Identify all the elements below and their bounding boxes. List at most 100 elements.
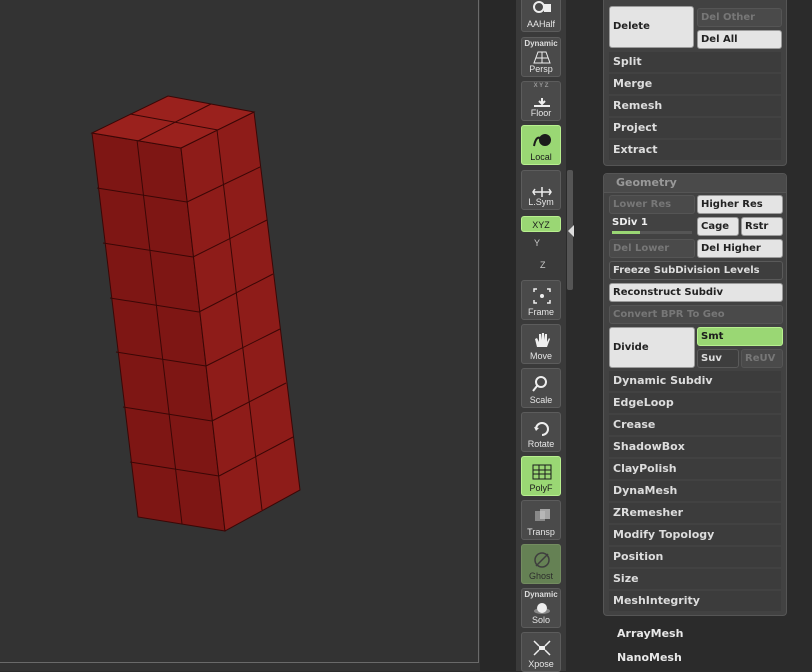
geometry-header[interactable]: Geometry <box>604 174 786 193</box>
polyf-button[interactable]: PolyF <box>521 456 561 496</box>
del-other-button[interactable]: Del Other <box>697 8 782 27</box>
y-axis-toggle[interactable]: Y <box>534 238 540 248</box>
dynamic-subdiv-item[interactable]: Dynamic Subdiv <box>609 371 781 391</box>
reuv-button[interactable]: ReUV <box>741 349 783 368</box>
tool-palette: Delete Del Other Del All Split Merge Rem… <box>575 0 812 671</box>
divide-button[interactable]: Divide <box>609 327 695 368</box>
xyz-rotate-button[interactable]: XYZ <box>521 216 561 232</box>
dynamesh-item[interactable]: DynaMesh <box>609 481 781 501</box>
aahalf-button[interactable]: AAHalf <box>521 0 561 32</box>
xpose-label: Xpose <box>528 659 554 669</box>
edgeloop-item[interactable]: EdgeLoop <box>609 393 781 413</box>
reconstruct-label: Reconstruct Subdiv <box>613 287 723 298</box>
polyframe-icon <box>532 464 552 480</box>
cage-button[interactable]: Cage <box>697 217 739 236</box>
ghost-icon <box>534 552 550 568</box>
shelf-gap <box>480 0 516 671</box>
del-other-label: Del Other <box>701 12 756 23</box>
del-all-button[interactable]: Del All <box>697 30 782 49</box>
scale-button[interactable]: Scale <box>521 368 561 408</box>
higher-res-button[interactable]: Higher Res <box>697 195 783 214</box>
reuv-label: ReUV <box>745 353 776 364</box>
magnifier-icon <box>532 376 547 392</box>
shadowbox-item[interactable]: ShadowBox <box>609 437 781 457</box>
persp-top-label: Dynamic <box>524 39 558 48</box>
sdiv-label: SDiv 1 <box>612 217 648 228</box>
xpose-button[interactable]: Xpose <box>521 632 561 672</box>
remesh-item[interactable]: Remesh <box>609 96 781 116</box>
persp-button[interactable]: Dynamic Persp <box>521 37 561 77</box>
claypolish-item[interactable]: ClayPolish <box>609 459 781 479</box>
project-item[interactable]: Project <box>609 118 781 138</box>
smt-toggle[interactable]: Smt <box>697 327 783 346</box>
split-item[interactable]: Split <box>609 52 781 72</box>
red-box-mesh[interactable] <box>0 0 478 662</box>
meshintegrity-item[interactable]: MeshIntegrity <box>609 591 781 611</box>
freeze-subdiv-button[interactable]: Freeze SubDivision Levels <box>609 261 783 280</box>
rotate-label: Rotate <box>527 439 555 449</box>
transp-label: Transp <box>527 527 555 537</box>
remesh-label: Remesh <box>613 99 663 112</box>
frame-label: Frame <box>527 307 554 317</box>
nanomesh-menu[interactable]: NanoMesh <box>617 651 682 664</box>
zremesher-item[interactable]: ZRemesher <box>609 503 781 523</box>
z-axis-toggle[interactable]: Z <box>540 260 546 270</box>
convert-bpr-button[interactable]: Convert BPR To Geo <box>609 305 783 324</box>
delete-button[interactable]: Delete <box>609 6 694 48</box>
viewport-border-bottom <box>0 662 479 663</box>
polyf-label: PolyF <box>529 483 553 493</box>
z-label: Z <box>540 260 546 270</box>
rstr-button[interactable]: Rstr <box>741 217 783 236</box>
ghost-label: Ghost <box>528 571 553 581</box>
move-button[interactable]: Move <box>521 324 561 364</box>
cage-label: Cage <box>701 221 730 232</box>
del-all-label: Del All <box>701 34 738 45</box>
frame-icon <box>533 288 551 304</box>
extract-label: Extract <box>613 143 658 156</box>
del-higher-button[interactable]: Del Higher <box>697 239 783 258</box>
del-lower-button[interactable]: Del Lower <box>609 239 695 258</box>
persp-label: Persp <box>529 64 553 74</box>
lsym-button[interactable]: L.Sym <box>521 170 561 210</box>
tray-toggle-arrow-icon[interactable] <box>568 225 574 237</box>
scale-label: Scale <box>529 395 553 405</box>
delete-label: Delete <box>613 21 650 32</box>
position-item[interactable]: Position <box>609 547 781 567</box>
hand-icon <box>535 333 550 347</box>
solo-button[interactable]: Dynamic Solo <box>521 588 561 628</box>
sdiv-slider[interactable]: SDiv 1 <box>609 217 695 236</box>
suv-toggle[interactable]: Suv <box>697 349 739 368</box>
convert-bpr-label: Convert BPR To Geo <box>613 309 725 320</box>
ghost-button[interactable]: Ghost <box>521 544 561 584</box>
floor-button[interactable]: X Y Z Floor <box>521 81 561 121</box>
modify-topology-item[interactable]: Modify Topology <box>609 525 781 545</box>
dynamesh-label: DynaMesh <box>613 484 678 497</box>
local-icon <box>533 134 551 147</box>
merge-item[interactable]: Merge <box>609 74 781 94</box>
xyz-label: XYZ <box>532 220 550 230</box>
viewport-border-right <box>478 0 479 662</box>
size-item[interactable]: Size <box>609 569 781 589</box>
edgeloop-label: EdgeLoop <box>613 396 674 409</box>
lsym-label: L.Sym <box>528 197 554 207</box>
lower-res-button[interactable]: Lower Res <box>609 195 695 214</box>
frame-button[interactable]: Frame <box>521 280 561 320</box>
right-shelf: AAHalf Dynamic Persp X Y Z Floor Local L… <box>516 0 566 672</box>
floor-axes-label: X Y Z <box>533 83 549 89</box>
aahalf-label: AAHalf <box>526 19 555 29</box>
extract-item[interactable]: Extract <box>609 140 781 160</box>
local-button[interactable]: Local <box>521 125 561 165</box>
divide-label: Divide <box>613 342 649 353</box>
canvas-viewport[interactable] <box>0 0 480 671</box>
arraymesh-menu[interactable]: ArrayMesh <box>617 627 683 640</box>
project-label: Project <box>613 121 658 134</box>
position-label: Position <box>613 550 664 563</box>
rotate-button[interactable]: Rotate <box>521 412 561 452</box>
higher-res-label: Higher Res <box>701 199 763 210</box>
sdiv-fill <box>612 231 640 234</box>
solo-top-label: Dynamic <box>524 590 558 599</box>
reconstruct-subdiv-button[interactable]: Reconstruct Subdiv <box>609 283 783 302</box>
crease-item[interactable]: Crease <box>609 415 781 435</box>
geometry-section: Geometry Lower Res Higher Res SDiv 1 Cag… <box>603 173 787 616</box>
transp-button[interactable]: Transp <box>521 500 561 540</box>
